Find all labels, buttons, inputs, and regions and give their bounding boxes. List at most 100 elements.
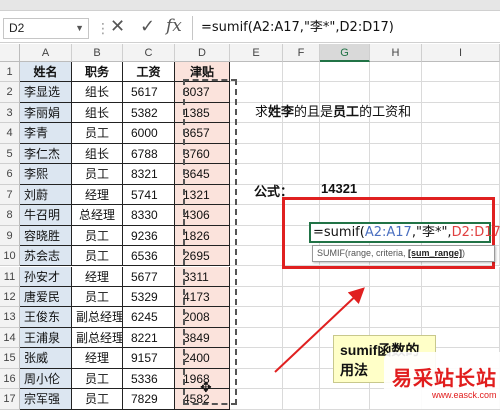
function-signature-tooltip[interactable]: SUMIF(range, criteria, [sum_range]) — [312, 245, 495, 262]
empty-cell[interactable] — [230, 225, 283, 247]
name-cell[interactable]: 李丽娟 — [20, 102, 72, 124]
name-cell[interactable]: 李显选 — [20, 82, 72, 103]
formula-result-value[interactable]: 14321 — [321, 181, 357, 196]
empty-cell[interactable] — [320, 266, 370, 287]
empty-cell[interactable] — [320, 389, 370, 410]
row-header-7[interactable]: 7 — [0, 184, 20, 206]
title-cell[interactable]: 员工 — [72, 286, 123, 308]
row-header-10[interactable]: 10 — [0, 246, 20, 267]
salary-cell[interactable]: 5617 — [123, 82, 175, 103]
row-header-17[interactable]: 17 — [0, 389, 20, 410]
allowance-cell[interactable]: 4173 — [175, 286, 230, 308]
column-header-i[interactable]: I — [422, 44, 500, 62]
select-all-corner[interactable] — [0, 44, 20, 62]
allowance-cell[interactable]: 3311 — [175, 266, 230, 287]
salary-cell[interactable]: 6536 — [123, 246, 175, 267]
column-header-g[interactable]: G — [320, 44, 370, 62]
empty-cell[interactable] — [320, 307, 370, 328]
allowance-cell[interactable]: 3657 — [175, 123, 230, 144]
name-cell[interactable]: 牛召明 — [20, 205, 72, 226]
empty-cell[interactable] — [283, 307, 320, 328]
name-cell[interactable]: 容晓胜 — [20, 225, 72, 247]
allowance-cell[interactable]: 3645 — [175, 164, 230, 185]
salary-cell[interactable]: 7829 — [123, 389, 175, 410]
salary-cell[interactable]: 9236 — [123, 225, 175, 247]
empty-cell[interactable] — [230, 348, 283, 369]
row-header-11[interactable]: 11 — [0, 266, 20, 287]
empty-cell[interactable] — [230, 123, 283, 144]
empty-cell[interactable] — [320, 143, 370, 165]
empty-cell[interactable] — [283, 389, 320, 410]
name-cell[interactable]: 周小伦 — [20, 368, 72, 390]
title-cell[interactable]: 员工 — [72, 246, 123, 267]
header-cell-salary[interactable]: 工资 — [123, 62, 175, 83]
empty-cell[interactable] — [283, 62, 320, 83]
empty-cell[interactable] — [230, 143, 283, 165]
title-cell[interactable]: 员工 — [72, 368, 123, 390]
allowance-cell[interactable]: 3760 — [175, 143, 230, 165]
column-header-f[interactable]: F — [283, 44, 320, 62]
empty-cell[interactable] — [370, 286, 422, 308]
empty-cell[interactable] — [320, 82, 370, 103]
name-cell[interactable]: 张威 — [20, 348, 72, 369]
empty-cell[interactable] — [370, 123, 422, 144]
empty-cell[interactable] — [320, 62, 370, 83]
empty-cell[interactable] — [230, 307, 283, 328]
column-header-h[interactable]: H — [370, 44, 422, 62]
empty-cell[interactable] — [422, 164, 500, 185]
empty-cell[interactable] — [230, 62, 283, 83]
empty-cell[interactable] — [422, 286, 500, 308]
salary-cell[interactable]: 8221 — [123, 327, 175, 349]
in-cell-formula-editor[interactable]: =sumif(A2:A17,"李*",D2:D17) — [309, 222, 500, 243]
salary-cell[interactable]: 5677 — [123, 266, 175, 287]
empty-cell[interactable] — [320, 286, 370, 308]
empty-cell[interactable] — [283, 143, 320, 165]
row-header-8[interactable]: 8 — [0, 205, 20, 226]
empty-cell[interactable] — [283, 327, 320, 349]
empty-cell[interactable] — [230, 246, 283, 267]
title-cell[interactable]: 员工 — [72, 123, 123, 144]
header-cell-name[interactable]: 姓名 — [20, 62, 72, 83]
title-cell[interactable]: 经理 — [72, 184, 123, 206]
empty-cell[interactable] — [283, 123, 320, 144]
enter-icon[interactable]: ✓ — [140, 16, 155, 37]
allowance-cell[interactable]: 4306 — [175, 205, 230, 226]
empty-cell[interactable] — [370, 164, 422, 185]
row-header-12[interactable]: 12 — [0, 286, 20, 308]
name-box[interactable]: D2 ▼ — [3, 18, 89, 39]
salary-cell[interactable]: 5741 — [123, 184, 175, 206]
empty-cell[interactable] — [422, 143, 500, 165]
name-cell[interactable]: 唐爱民 — [20, 286, 72, 308]
row-header-3[interactable]: 3 — [0, 102, 20, 124]
title-cell[interactable]: 总经理 — [72, 205, 123, 226]
title-cell[interactable]: 经理 — [72, 348, 123, 369]
empty-cell[interactable] — [422, 82, 500, 103]
empty-cell[interactable] — [370, 82, 422, 103]
empty-cell[interactable] — [230, 389, 283, 410]
salary-cell[interactable]: 6000 — [123, 123, 175, 144]
row-header-6[interactable]: 6 — [0, 164, 20, 185]
title-cell[interactable]: 员工 — [72, 389, 123, 410]
salary-cell[interactable]: 6245 — [123, 307, 175, 328]
name-cell[interactable]: 苏会志 — [20, 246, 72, 267]
empty-cell[interactable] — [422, 62, 500, 83]
empty-cell[interactable] — [230, 205, 283, 226]
salary-cell[interactable]: 5336 — [123, 368, 175, 390]
empty-cell[interactable] — [283, 266, 320, 287]
empty-cell[interactable] — [370, 266, 422, 287]
empty-cell[interactable] — [230, 286, 283, 308]
empty-cell[interactable] — [422, 307, 500, 328]
name-cell[interactable]: 刘蔚 — [20, 184, 72, 206]
title-cell[interactable]: 组长 — [72, 82, 123, 103]
name-cell[interactable]: 李青 — [20, 123, 72, 144]
title-cell[interactable]: 组长 — [72, 143, 123, 165]
salary-cell[interactable]: 6788 — [123, 143, 175, 165]
empty-cell[interactable] — [370, 62, 422, 83]
empty-cell[interactable] — [320, 123, 370, 144]
title-cell[interactable]: 副总经理 — [72, 327, 123, 349]
empty-cell[interactable] — [283, 368, 320, 390]
title-cell[interactable]: 副总经理 — [72, 307, 123, 328]
empty-cell[interactable] — [370, 307, 422, 328]
row-header-15[interactable]: 15 — [0, 348, 20, 369]
name-cell[interactable]: 宗军强 — [20, 389, 72, 410]
